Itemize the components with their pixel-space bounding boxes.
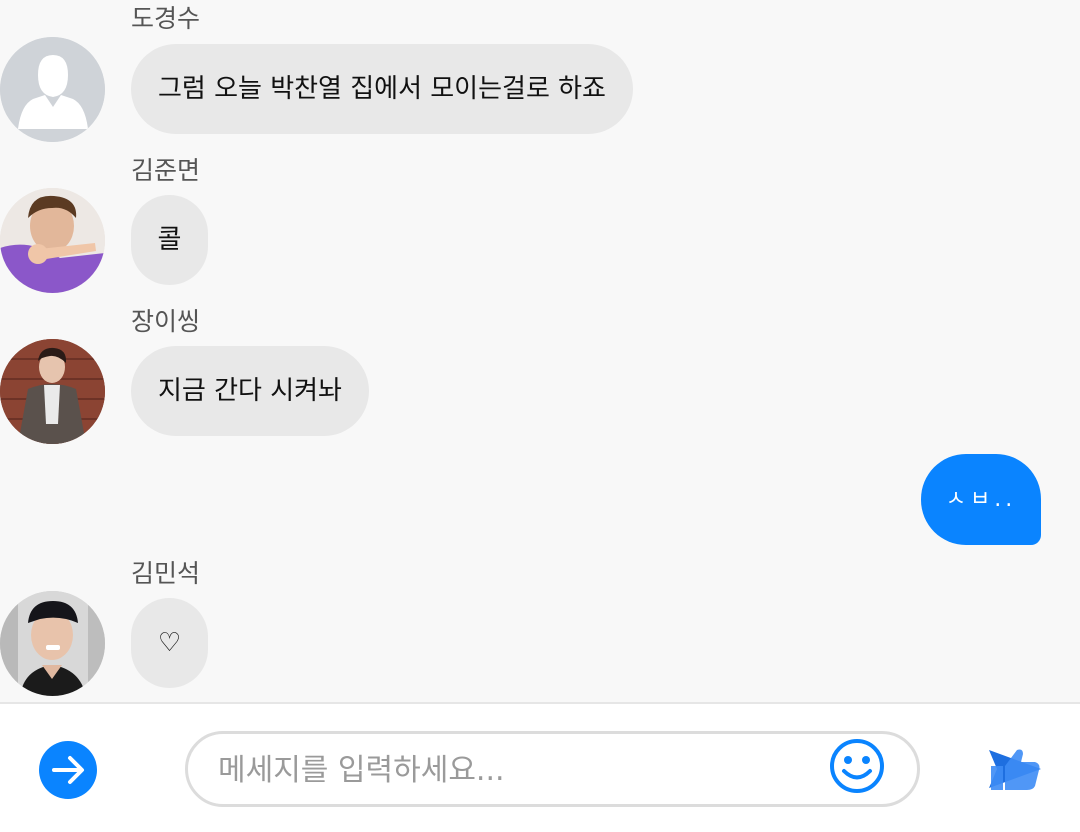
avatar[interactable] <box>0 339 105 444</box>
arrow-right-button[interactable] <box>39 741 97 799</box>
composer-bar <box>0 702 1080 832</box>
avatar[interactable] <box>0 188 105 293</box>
emoji-button[interactable] <box>828 737 886 795</box>
default-avatar-icon <box>0 37 105 142</box>
sender-name: 도경수 <box>131 4 201 33</box>
avatar[interactable] <box>0 591 105 696</box>
message-bubble[interactable]: 지금 간다 시켜놔 <box>131 346 369 436</box>
chat-thread: 도경수 그럼 오늘 박찬열 집에서 모이는걸로 하죠 김준면 콜 장이씽 지금 … <box>0 0 1080 702</box>
message-bubble[interactable]: 콜 <box>131 195 208 285</box>
user-photo-icon <box>0 591 105 696</box>
sender-name: 김준면 <box>131 156 201 185</box>
message-bubble[interactable]: 그럼 오늘 박찬열 집에서 모이는걸로 하죠 <box>131 44 633 134</box>
send-thumb-icon <box>989 749 1041 790</box>
user-photo-icon <box>0 188 105 293</box>
message-input[interactable] <box>216 744 820 796</box>
sender-name: 김민석 <box>131 559 201 588</box>
user-photo-icon <box>0 339 105 444</box>
smiley-icon <box>830 739 884 793</box>
message-bubble[interactable]: ♡ <box>131 598 208 688</box>
arrow-right-icon <box>52 756 84 784</box>
sender-name: 장이씽 <box>131 307 201 336</box>
message-input-container[interactable] <box>185 731 920 807</box>
avatar[interactable] <box>0 37 105 142</box>
my-message-bubble[interactable]: ㅅㅂ.. <box>921 454 1041 545</box>
send-button[interactable] <box>983 740 1045 798</box>
